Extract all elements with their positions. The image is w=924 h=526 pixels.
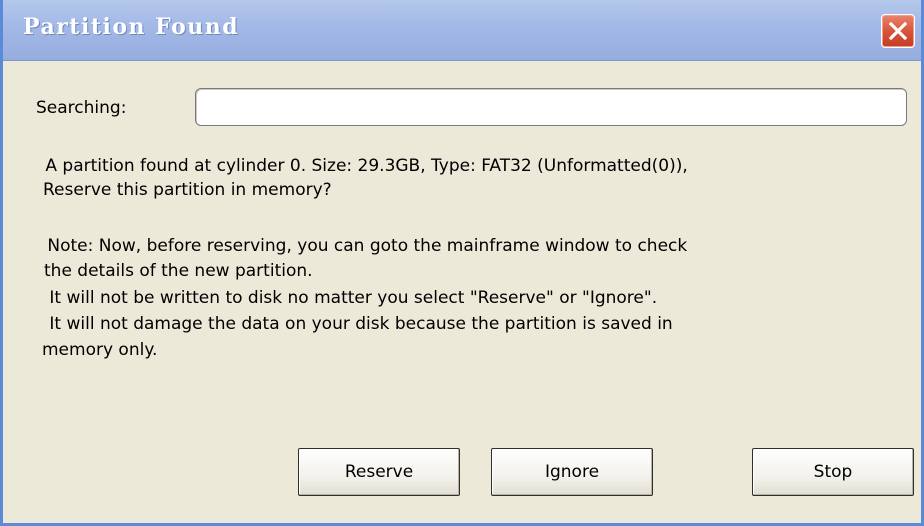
message-line-2: Reserve this partition in memory? [43, 180, 332, 200]
title-bar[interactable]: Partition Found [3, 0, 921, 61]
message-line-1: A partition found at cylinder 0. Size: 2… [40, 156, 688, 176]
note-line-2: the details of the new partition. [44, 261, 313, 281]
note-line-3: It will not be written to disk no matter… [44, 288, 658, 308]
reserve-button[interactable]: Reserve [298, 448, 460, 496]
stop-button[interactable]: Stop [752, 448, 914, 496]
searching-field [195, 88, 907, 126]
note-line-5: memory only. [42, 340, 158, 360]
note-line-4: It will not damage the data on your disk… [44, 314, 673, 334]
close-button[interactable] [881, 14, 915, 48]
note-line-1: Note: Now, before reserving, you can got… [42, 236, 688, 256]
partition-found-dialog: Partition Found Searching: A partition f… [0, 0, 924, 526]
searching-label: Searching: [36, 98, 127, 118]
close-icon [888, 21, 908, 41]
ignore-button[interactable]: Ignore [491, 448, 653, 496]
dialog-title: Partition Found [23, 14, 240, 40]
